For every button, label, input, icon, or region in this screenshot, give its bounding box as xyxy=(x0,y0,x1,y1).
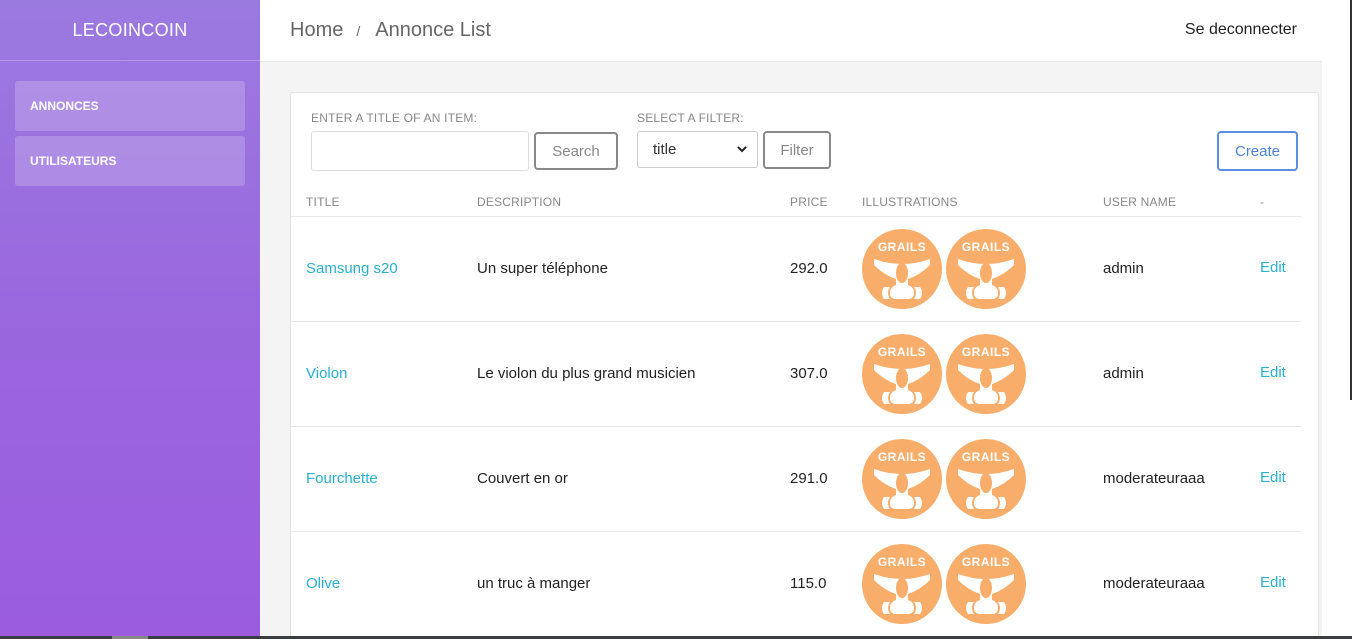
grails-logo-icon: GRAILS xyxy=(862,334,942,414)
create-button[interactable]: Create xyxy=(1217,131,1298,171)
column-header-illustrations: ILLUSTRATIONS xyxy=(862,195,958,209)
table-row: Fourchette Couvert en or 291.0 GRAILS GR… xyxy=(291,427,1301,532)
annonce-list-card: ENTER A TITLE OF AN ITEM: Search SELECT … xyxy=(290,92,1319,639)
svg-text:GRAILS: GRAILS xyxy=(962,450,1010,464)
row-description: Le violon du plus grand musicien xyxy=(477,365,696,382)
row-title-link[interactable]: Violon xyxy=(306,365,347,382)
edit-link[interactable]: Edit xyxy=(1260,364,1286,381)
row-user-name: moderateuraaa xyxy=(1103,470,1205,487)
row-title-link[interactable]: Fourchette xyxy=(306,470,378,487)
svg-text:GRAILS: GRAILS xyxy=(878,345,926,359)
breadcrumb: Home / Annonce List xyxy=(290,19,491,42)
svg-text:GRAILS: GRAILS xyxy=(962,555,1010,569)
brand-logo[interactable]: LECOINCOIN xyxy=(0,0,260,61)
row-title-link[interactable]: Samsung s20 xyxy=(306,260,398,277)
table-row: Violon Le violon du plus grand musicien … xyxy=(291,322,1301,427)
row-description: Un super téléphone xyxy=(477,260,608,277)
table-row: Olive un truc à manger 115.0 GRAILS GRAI… xyxy=(291,532,1301,637)
edit-link[interactable]: Edit xyxy=(1260,259,1286,276)
chevron-down-icon xyxy=(737,146,747,153)
filter-selected-value: title xyxy=(653,141,677,158)
search-button[interactable]: Search xyxy=(534,132,618,170)
breadcrumb-home-link[interactable]: Home xyxy=(290,19,343,42)
row-price: 115.0 xyxy=(790,575,827,592)
filter-label: SELECT A FILTER: xyxy=(637,111,744,125)
scrollbar-track[interactable] xyxy=(1322,0,1352,639)
sidebar-item-label: UTILISATEURS xyxy=(30,154,117,168)
edit-link[interactable]: Edit xyxy=(1260,574,1286,591)
sidebar-item-utilisateurs[interactable]: UTILISATEURS xyxy=(15,136,245,186)
row-price: 307.0 xyxy=(790,365,828,382)
search-label: ENTER A TITLE OF AN ITEM: xyxy=(311,111,478,125)
row-description: un truc à manger xyxy=(477,575,591,592)
row-description: Couvert en or xyxy=(477,470,568,487)
grails-logo-icon: GRAILS xyxy=(946,439,1026,519)
sidebar: LECOINCOIN ANNONCES UTILISATEURS xyxy=(0,0,260,636)
column-header-title: TITLE xyxy=(306,195,340,209)
sidebar-nav: ANNONCES UTILISATEURS xyxy=(0,61,260,186)
svg-text:GRAILS: GRAILS xyxy=(878,555,926,569)
svg-text:GRAILS: GRAILS xyxy=(962,345,1010,359)
search-input[interactable] xyxy=(311,131,529,171)
breadcrumb-separator: / xyxy=(356,23,361,39)
topbar: Home / Annonce List Se deconnecter xyxy=(260,0,1322,62)
sidebar-item-annonces[interactable]: ANNONCES xyxy=(15,81,245,131)
svg-text:GRAILS: GRAILS xyxy=(878,240,926,254)
grails-logo-icon: GRAILS xyxy=(862,544,942,624)
column-header-price: PRICE xyxy=(790,195,828,209)
grails-logo-icon: GRAILS xyxy=(946,229,1026,309)
table-header: TITLE DESCRIPTION PRICE ILLUSTRATIONS US… xyxy=(291,185,1301,217)
filter-button[interactable]: Filter xyxy=(763,131,831,169)
sidebar-item-label: ANNONCES xyxy=(30,99,99,113)
row-price: 292.0 xyxy=(790,260,828,277)
row-user-name: moderateuraaa xyxy=(1103,575,1205,592)
row-user-name: admin xyxy=(1103,365,1144,382)
breadcrumb-current: Annonce List xyxy=(375,19,491,41)
svg-text:GRAILS: GRAILS xyxy=(878,450,926,464)
grails-logo-icon: GRAILS xyxy=(946,334,1026,414)
logout-link[interactable]: Se deconnecter xyxy=(1185,21,1297,39)
column-header-description: DESCRIPTION xyxy=(477,195,562,209)
row-user-name: admin xyxy=(1103,260,1144,277)
filter-select[interactable]: title xyxy=(637,131,758,168)
app: LECOINCOIN ANNONCES UTILISATEURS Home / … xyxy=(0,0,1352,639)
edit-link[interactable]: Edit xyxy=(1260,469,1286,486)
svg-text:GRAILS: GRAILS xyxy=(962,240,1010,254)
grails-logo-icon: GRAILS xyxy=(946,544,1026,624)
row-title-link[interactable]: Olive xyxy=(306,575,340,592)
row-price: 291.0 xyxy=(790,470,828,487)
table-row: Samsung s20 Un super téléphone 292.0 GRA… xyxy=(291,217,1301,322)
grails-logo-icon: GRAILS xyxy=(862,229,942,309)
column-header-actions: - xyxy=(1260,195,1265,209)
grails-logo-icon: GRAILS xyxy=(862,439,942,519)
column-header-user-name: USER NAME xyxy=(1103,195,1177,209)
